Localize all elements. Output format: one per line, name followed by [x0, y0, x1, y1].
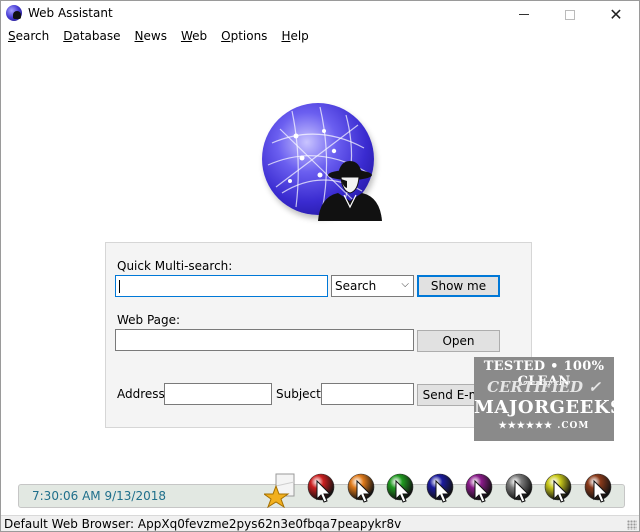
title-bar[interactable]: Web Assistant ✕	[1, 1, 639, 28]
minimize-button[interactable]	[501, 1, 547, 28]
launcher-button[interactable]	[346, 472, 376, 503]
quick-multi-search-label: Quick Multi-search:	[117, 259, 233, 273]
globe-logo	[262, 103, 384, 221]
launcher-button[interactable]	[583, 472, 613, 503]
close-icon: ✕	[609, 5, 623, 24]
address-label: Address:	[117, 387, 169, 401]
maximize-icon	[565, 9, 575, 20]
subject-label: Subject:	[276, 387, 325, 401]
subject-input[interactable]	[321, 383, 414, 405]
status-text: Default Web Browser: AppXq0fevzme2pys62n…	[4, 517, 402, 531]
launcher-button[interactable]	[464, 472, 494, 503]
menu-options[interactable]: Options	[214, 28, 274, 46]
web-page-input[interactable]	[115, 329, 414, 351]
menu-database[interactable]: Database	[56, 28, 127, 46]
secret-agent-icon	[318, 161, 382, 221]
orange-cursor-icon	[347, 473, 375, 503]
blue-cursor-icon	[426, 473, 454, 503]
menu-bar: Search Database News Web Options Help	[1, 28, 639, 46]
open-button[interactable]: Open	[417, 330, 500, 352]
favorites-button[interactable]	[262, 472, 298, 509]
search-panel: Quick Multi-search: Search ⌵ Show me Web…	[105, 242, 532, 428]
show-me-button[interactable]: Show me	[417, 275, 500, 297]
yellow-cursor-icon	[544, 473, 572, 503]
watermark-line-4: ★★★★★★ .COM	[498, 421, 590, 431]
launcher-button[interactable]	[504, 472, 534, 503]
launcher-button[interactable]	[425, 472, 455, 503]
app-icon	[6, 5, 22, 21]
brown-cursor-icon	[584, 473, 612, 503]
watermark-line-3: MAJORGEEKS	[474, 397, 624, 418]
web-page-label: Web Page:	[117, 313, 181, 327]
red-cursor-icon	[307, 473, 335, 503]
menu-news[interactable]: News	[128, 28, 174, 46]
watermark-line-2: CERTIFIED ✓	[487, 378, 601, 396]
star-document-icon	[262, 473, 295, 509]
gray-cursor-icon	[505, 473, 533, 503]
menu-search[interactable]: Search	[1, 28, 56, 46]
purple-cursor-icon	[465, 473, 493, 503]
maximize-button[interactable]	[547, 1, 593, 28]
chevron-down-icon: ⌵	[401, 279, 409, 290]
majorgeeks-watermark: TESTED • 100% CLEAN CERTIFIED ✓ MAJORGEE…	[474, 357, 624, 441]
menu-help[interactable]: Help	[274, 28, 315, 46]
main-content: Quick Multi-search: Search ⌵ Show me Web…	[1, 47, 639, 509]
launcher-button[interactable]	[543, 472, 573, 503]
launcher-button[interactable]	[385, 472, 415, 503]
resize-grip-icon[interactable]	[627, 520, 637, 530]
status-bar: Default Web Browser: AppXq0fevzme2pys62n…	[1, 515, 639, 531]
launcher-button[interactable]	[306, 472, 336, 503]
minimize-icon	[519, 14, 529, 15]
close-button[interactable]: ✕	[593, 1, 639, 28]
window-title: Web Assistant	[28, 6, 113, 20]
app-window: Web Assistant ✕ Search Database News Web…	[0, 0, 640, 532]
green-cursor-icon	[386, 473, 414, 503]
address-input[interactable]	[164, 383, 272, 405]
search-engine-selected: Search	[335, 279, 377, 293]
quick-search-input[interactable]	[115, 275, 328, 297]
search-engine-select[interactable]: Search ⌵	[331, 275, 414, 297]
text-caret	[119, 280, 120, 293]
clock-text: 7:30:06 AM 9/13/2018	[32, 489, 166, 503]
menu-web[interactable]: Web	[174, 28, 214, 46]
